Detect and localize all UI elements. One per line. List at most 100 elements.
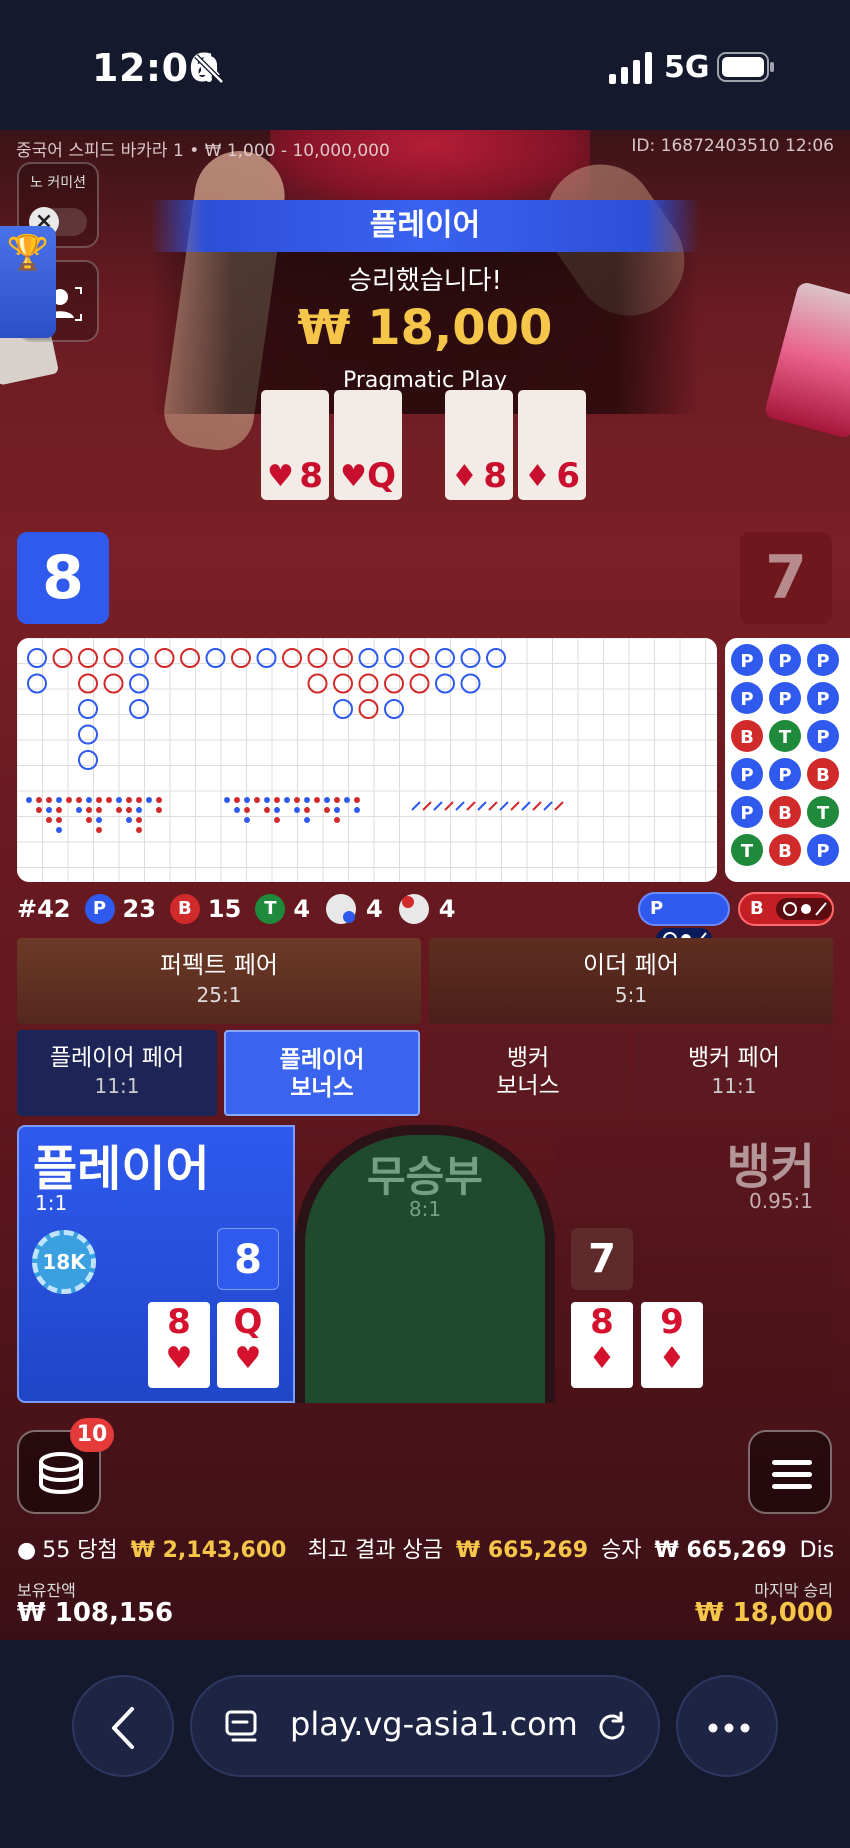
banker-count: 15 <box>207 895 242 923</box>
road-dot <box>224 797 230 803</box>
bead: B <box>731 720 763 752</box>
road-dot <box>334 817 340 823</box>
road-slash <box>466 801 476 811</box>
ask-banker-button[interactable]: B <box>738 892 834 926</box>
road-dot <box>156 797 162 803</box>
bead: P <box>731 682 763 714</box>
banker-pair-icon <box>398 894 429 924</box>
bead: P <box>769 758 801 790</box>
road-mark <box>78 724 98 745</box>
tabs-icon <box>225 1710 257 1742</box>
top-win-amount: ₩ 665,269 <box>455 1538 589 1563</box>
road-dot <box>234 797 240 803</box>
perfect-pair-label: 퍼펙트 페어 <box>159 951 279 979</box>
winner-name: DistinctTalism <box>799 1538 833 1563</box>
road-dot <box>156 807 162 813</box>
url-text: play.vg-asia1.com <box>290 1705 578 1743</box>
road-dot <box>264 807 270 813</box>
road-grid <box>17 638 717 882</box>
road-dot <box>46 817 52 823</box>
road-dot <box>36 797 42 803</box>
trophy-button[interactable]: 🏆 <box>0 226 56 338</box>
road-dot <box>126 817 132 823</box>
no-commission-label: 노 커미션 <box>30 175 86 191</box>
road-mark <box>358 648 379 668</box>
bead-road-grid: P P PP P PB T PP P BP B TT B P <box>731 644 839 866</box>
winners-count: 55 당첨 <box>42 1538 118 1563</box>
road-mark <box>358 673 379 694</box>
ask-player-button[interactable]: P <box>638 892 730 950</box>
player-score: 8 <box>17 532 109 624</box>
road-slash <box>488 801 498 811</box>
banker-bonus-bet[interactable]: 뱅커 보너스 <box>429 1030 627 1116</box>
table-info: 중국어 스피드 바카라 1 • ₩ 1,000 - 10,000,000 <box>16 141 390 161</box>
address-bar[interactable]: play.vg-asia1.com <box>190 1675 660 1777</box>
win-amount: ₩ 18,000 <box>297 300 553 356</box>
predict-icon <box>776 898 833 920</box>
road-mark <box>231 648 251 668</box>
more-button[interactable] <box>676 1675 778 1777</box>
banker-pair-bet[interactable]: 뱅커 페어 11:1 <box>635 1030 833 1116</box>
road-mark <box>27 673 47 694</box>
svg-text:B: B <box>778 803 792 824</box>
road-mark <box>307 673 328 694</box>
svg-text:P: P <box>778 651 791 672</box>
bead: B <box>769 796 801 828</box>
road-dot <box>314 797 320 803</box>
road-dot <box>96 797 102 803</box>
road-dot <box>96 817 102 823</box>
road-dot <box>76 807 82 813</box>
bead-road[interactable]: PPPPPPBTPPPBPBTTBP <box>725 638 850 882</box>
road-mark <box>384 673 404 694</box>
road-dot <box>294 807 300 813</box>
svg-text:P: P <box>816 727 829 748</box>
roadmap[interactable] <box>17 638 717 882</box>
trophy-icon: 🏆 <box>6 233 50 273</box>
player-bonus-line2: 보너스 <box>290 1075 354 1101</box>
banker-badge: B <box>169 894 200 924</box>
road-slash <box>521 801 531 811</box>
reload-icon[interactable] <box>592 1707 632 1747</box>
road-mark <box>435 648 455 668</box>
menu-button[interactable] <box>748 1430 832 1514</box>
road-mark <box>129 648 149 668</box>
road-mark <box>460 673 481 694</box>
winner-banner: 플레이어 <box>150 200 700 252</box>
road-dot <box>294 797 300 803</box>
player-odds: 1:1 <box>35 1191 68 1215</box>
player-bonus-bet[interactable]: 플레이어 보너스 <box>224 1030 420 1116</box>
road-dot <box>126 797 132 803</box>
road-mark <box>205 648 226 668</box>
banker-bonus-line2: 보너스 <box>496 1073 560 1099</box>
road-dot <box>324 807 330 813</box>
road-dot <box>254 797 260 803</box>
last-win-value: ₩ 18,000 <box>694 1598 833 1628</box>
perfect-pair-bet[interactable]: 퍼펙트 페어 25:1 <box>17 938 421 1024</box>
road-slash <box>444 801 454 811</box>
tie-label: 무승부 <box>367 1152 483 1201</box>
road-dot <box>244 807 250 813</box>
player-pair-label: 플레이어 페어 <box>49 1045 185 1071</box>
banker-label: 뱅커 <box>726 1139 815 1195</box>
road-dot <box>304 807 310 813</box>
player-pair-bet[interactable]: 플레이어 페어 11:1 <box>17 1030 217 1116</box>
bead: T <box>731 834 763 866</box>
bead: T <box>769 720 801 752</box>
table-card: ♥ 8 <box>261 390 329 500</box>
table-card: ♦ 6 <box>518 390 586 500</box>
player-pair-odds: 11:1 <box>94 1074 140 1098</box>
svg-text:T: T <box>779 727 792 748</box>
banker-pair-count: 4 <box>438 895 456 923</box>
either-pair-bet[interactable]: 이더 페어 5:1 <box>429 938 833 1024</box>
tie-bet[interactable]: 무승부 8:1 <box>295 1125 555 1403</box>
bead: P <box>769 682 801 714</box>
road-dot <box>56 817 62 823</box>
back-button[interactable] <box>72 1675 174 1777</box>
banker-pair-odds: 11:1 <box>711 1074 757 1098</box>
road-dot <box>264 797 270 803</box>
svg-text:P: P <box>740 803 753 824</box>
road-mark <box>409 673 430 694</box>
road-dot <box>86 817 92 823</box>
road-dot <box>354 807 360 813</box>
bead: P <box>807 682 839 714</box>
